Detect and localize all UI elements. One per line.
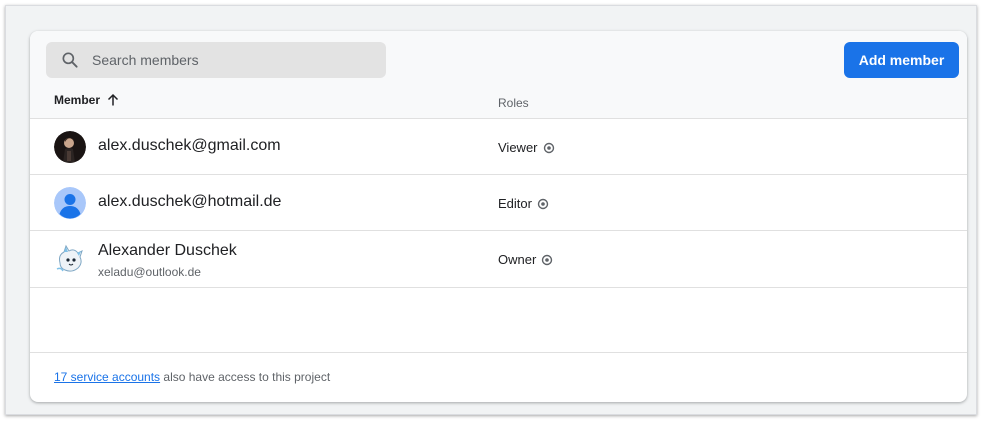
service-accounts-text: 17 service accounts also have access to …: [54, 370, 330, 384]
role-label: Owner: [498, 252, 537, 267]
search-input[interactable]: [90, 51, 364, 69]
role-dropdown-icon: [537, 198, 549, 210]
search-box[interactable]: [46, 42, 386, 78]
role-selector[interactable]: Editor: [498, 196, 549, 211]
search-icon: [62, 52, 78, 68]
role-dropdown-icon: [541, 254, 553, 266]
add-member-button[interactable]: Add member: [844, 42, 959, 78]
member-email: xeladu@outlook.de: [98, 265, 201, 279]
service-accounts-rest: also have access to this project: [160, 370, 331, 384]
column-header-roles: Roles: [498, 96, 529, 110]
table-row[interactable]: Alexander Duschek xeladu@outlook.de Owne…: [30, 231, 967, 288]
column-header-member[interactable]: Member: [54, 93, 120, 107]
service-accounts-link[interactable]: 17 service accounts: [54, 370, 160, 384]
column-header-member-label: Member: [54, 93, 101, 107]
role-label: Editor: [498, 196, 532, 211]
user-photo-avatar-icon: [54, 131, 86, 163]
table-row[interactable]: alex.duschek@hotmail.de Editor: [30, 175, 967, 231]
member-name: alex.duschek@hotmail.de: [98, 193, 282, 210]
role-label: Viewer: [498, 140, 538, 155]
column-header-roles-label: Roles: [498, 96, 529, 110]
avatar: [54, 131, 86, 163]
member-name: alex.duschek@gmail.com: [98, 137, 281, 154]
avatar: [54, 187, 86, 219]
role-selector[interactable]: Owner: [498, 252, 553, 267]
role-selector[interactable]: Viewer: [498, 140, 555, 155]
window-frame: Add member Member Roles: [5, 5, 977, 415]
sort-ascending-icon: [107, 93, 119, 106]
table-row[interactable]: alex.duschek@gmail.com Viewer: [30, 119, 967, 175]
member-name: Alexander Duschek: [98, 242, 237, 259]
members-card: Add member Member Roles: [30, 31, 967, 402]
creature-illustration-avatar-icon: [56, 244, 83, 272]
members-toolbar: Add member Member Roles: [30, 31, 967, 119]
service-accounts-footer: 17 service accounts also have access to …: [30, 352, 967, 402]
avatar: [54, 243, 86, 275]
role-dropdown-icon: [543, 142, 555, 154]
default-person-avatar-icon: [54, 187, 86, 219]
